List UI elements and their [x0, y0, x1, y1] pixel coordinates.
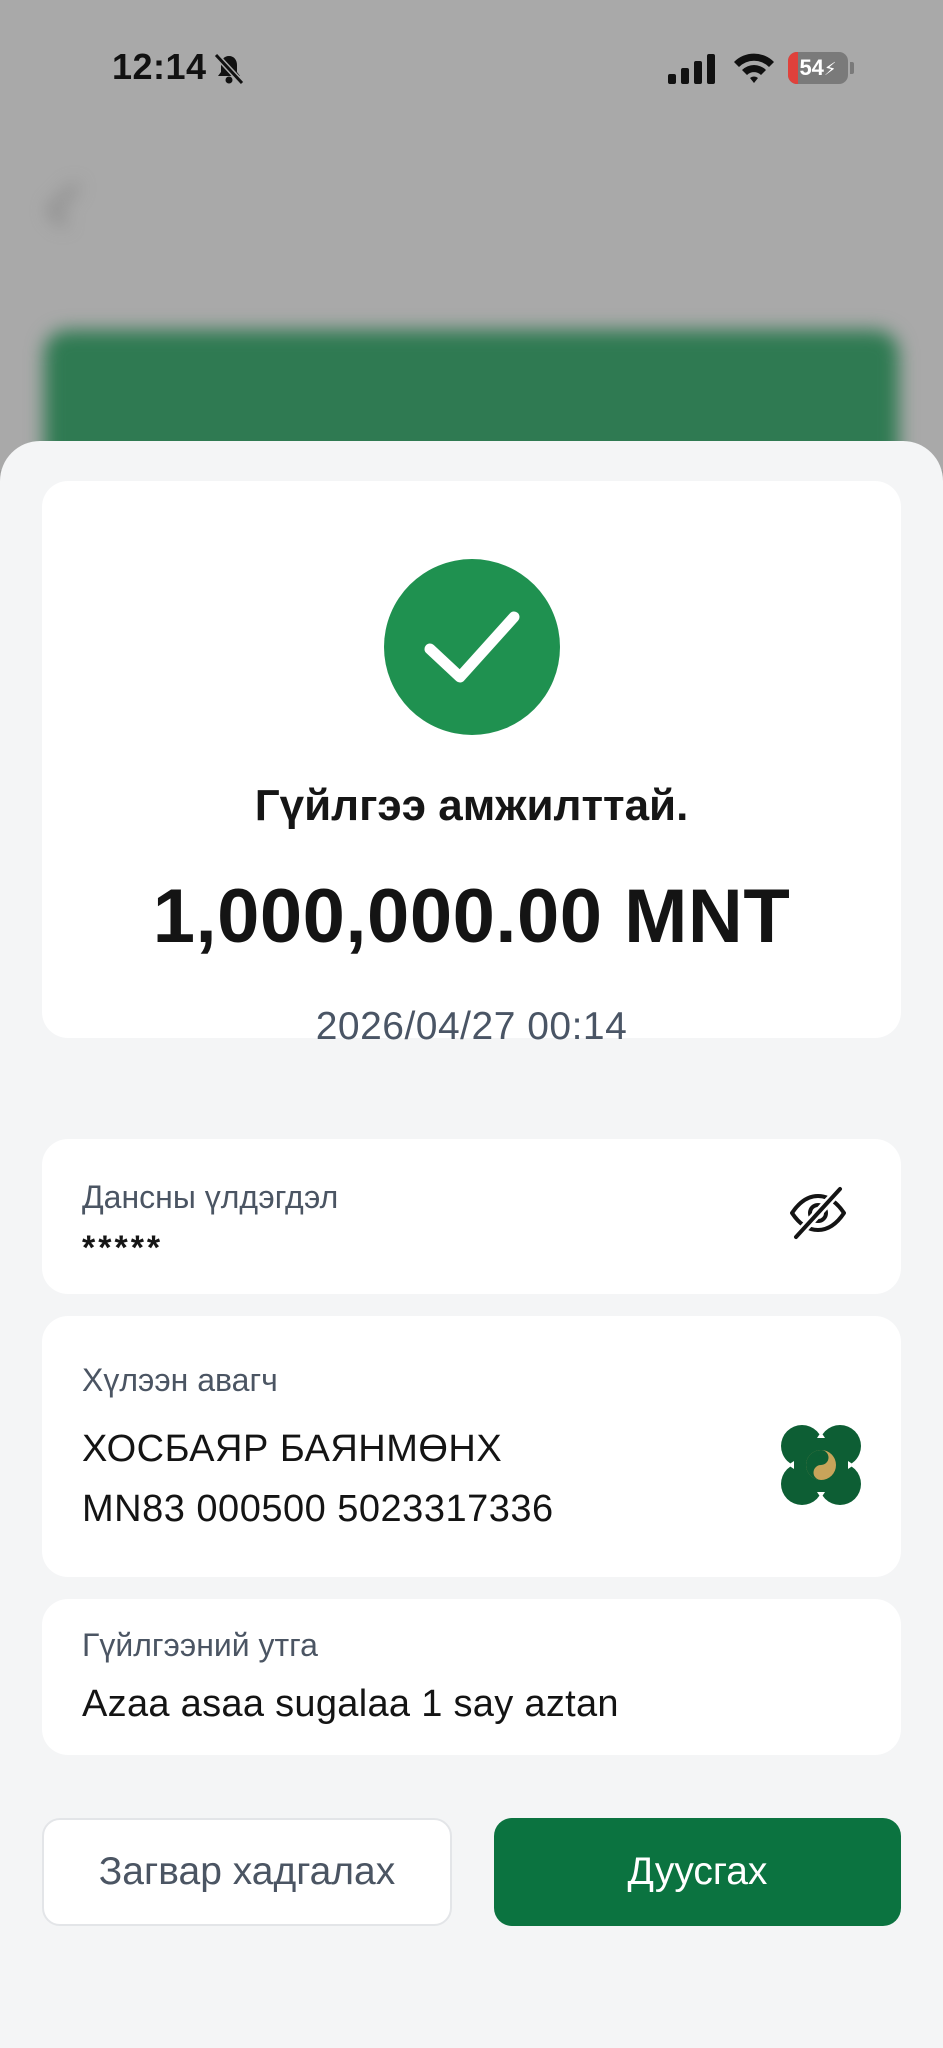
- recipient-account: MN83 000500 5023317336: [82, 1488, 554, 1530]
- success-card: Гүйлгээ амжилттай. 1,000,000.00 MNT 2026…: [42, 481, 901, 1048]
- recipient-name: ХОСБАЯР БАЯНМӨНХ: [82, 1428, 503, 1470]
- recipient-card: Хүлээн авагч ХОСБАЯР БАЯНМӨНХ MN83 00050…: [42, 1316, 901, 1577]
- bank-logo-icon: [781, 1425, 861, 1505]
- bell-slash-icon: [213, 52, 245, 86]
- signal-icon: [668, 54, 715, 84]
- status-bar: 12:14 54⚡: [0, 0, 943, 140]
- purpose-label: Гүйлгээний утга: [82, 1627, 318, 1663]
- finish-button[interactable]: Дуусгах: [494, 1818, 901, 1926]
- balance-label: Дансны үлдэгдэл: [82, 1179, 339, 1215]
- transaction-datetime: 2026/04/27 00:14: [315, 1005, 628, 1048]
- save-template-button[interactable]: Загвар хадгалах: [42, 1818, 452, 1926]
- balance-value: *****: [82, 1229, 164, 1267]
- purpose-value: Azaa asaa sugalaa 1 say aztan: [82, 1683, 619, 1725]
- battery-level: 54: [799, 55, 824, 80]
- transaction-amount: 1,000,000.00 MNT: [152, 874, 791, 959]
- status-time: 12:14: [112, 46, 207, 87]
- back-arrow-icon: [47, 183, 91, 227]
- transaction-result-sheet: Гүйлгээ амжилттай. 1,000,000.00 MNT 2026…: [0, 441, 943, 2048]
- success-check-icon: [384, 559, 560, 735]
- wifi-icon: [734, 53, 774, 83]
- eye-slash-icon[interactable]: [786, 1181, 850, 1245]
- background-screen: [0, 140, 943, 500]
- balance-card: Дансны үлдэгдэл *****: [42, 1139, 901, 1294]
- success-title: Гүйлгээ амжилттай.: [254, 781, 689, 830]
- recipient-label: Хүлээн авагч: [82, 1362, 278, 1398]
- purpose-card: Гүйлгээний утга Azaa asaa sugalaa 1 say …: [42, 1599, 901, 1755]
- battery-icon: 54⚡: [788, 52, 854, 84]
